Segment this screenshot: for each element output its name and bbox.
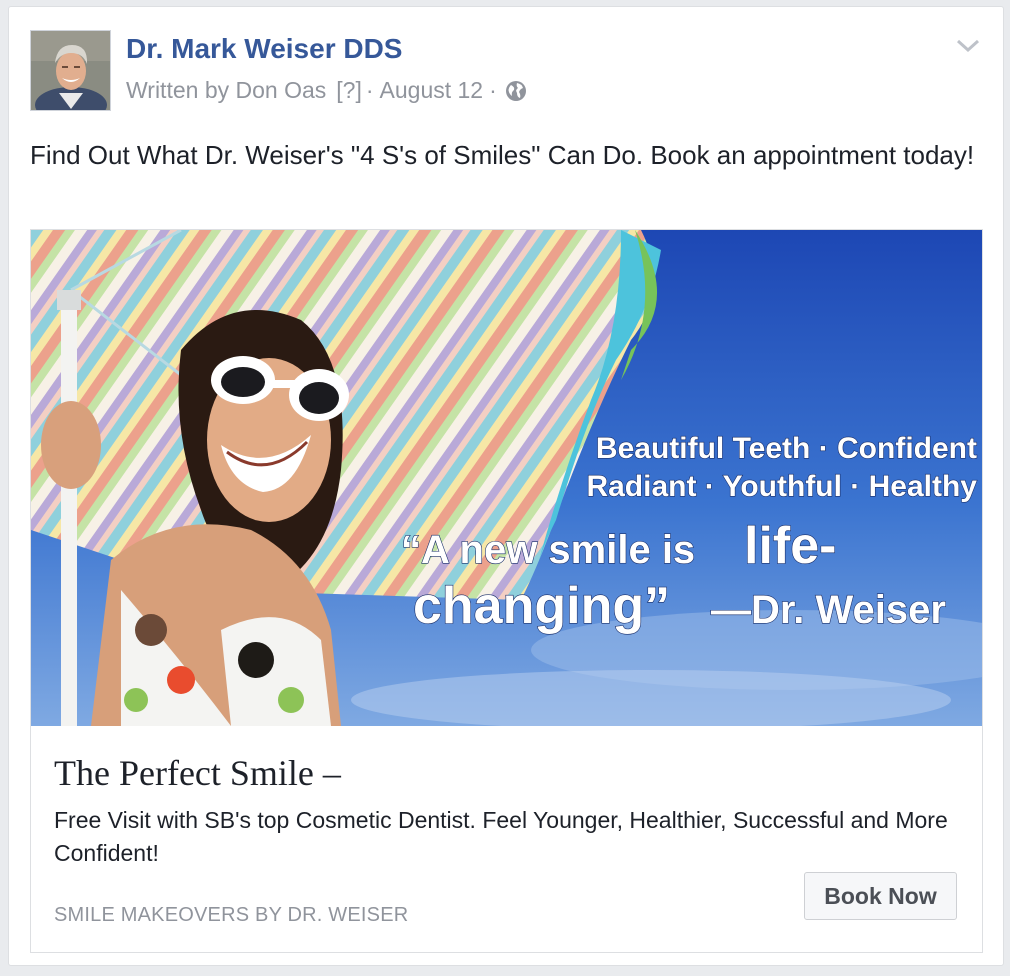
ad-details[interactable]: The Perfect Smile – Free Visit with SB's…: [31, 726, 982, 952]
hero-quote-c: changing”: [413, 577, 670, 635]
ad-title[interactable]: The Perfect Smile –: [54, 752, 341, 794]
post-date[interactable]: August 12: [380, 77, 484, 104]
page-name-link[interactable]: Dr. Mark Weiser DDS: [126, 33, 403, 65]
ad-description: Free Visit with SB's top Cosmetic Dentis…: [54, 807, 948, 866]
book-now-button[interactable]: Book Now: [804, 872, 957, 920]
author-label: Written by Don Oas: [126, 77, 327, 103]
ad-hero-image[interactable]: Beautiful Teeth · Confident Radiant · Yo…: [31, 230, 982, 726]
hero-line-1: Beautiful Teeth · Confident: [596, 432, 977, 465]
ad-hero-graphic: Beautiful Teeth · Confident Radiant · Yo…: [31, 230, 982, 726]
chevron-down-icon[interactable]: [955, 35, 981, 55]
meta-separator: ·: [489, 77, 497, 103]
post-card: Dr. Mark Weiser DDS Written by Don Oas […: [8, 6, 1004, 966]
hero-quote-a: “A new smile is: [401, 528, 695, 572]
hero-quote-b: life-: [744, 517, 836, 575]
page-avatar[interactable]: [30, 30, 111, 111]
avatar-image: [31, 31, 110, 110]
ad-domain: SMILE MAKEOVERS BY DR. WEISER: [54, 904, 409, 926]
hero-line-2: Radiant · Youthful · Healthy: [586, 470, 977, 503]
help-link[interactable]: [?]: [336, 77, 362, 104]
post-body-text: Find Out What Dr. Weiser's "4 S's of Smi…: [30, 140, 975, 170]
meta-separator: ·: [365, 77, 374, 103]
hero-quote-d: —Dr. Weiser: [711, 588, 946, 632]
post-meta: Written by Don Oas [?] · August 12 ·: [126, 77, 527, 104]
ad-attachment[interactable]: Beautiful Teeth · Confident Radiant · Yo…: [30, 229, 983, 953]
globe-icon[interactable]: [505, 80, 527, 102]
